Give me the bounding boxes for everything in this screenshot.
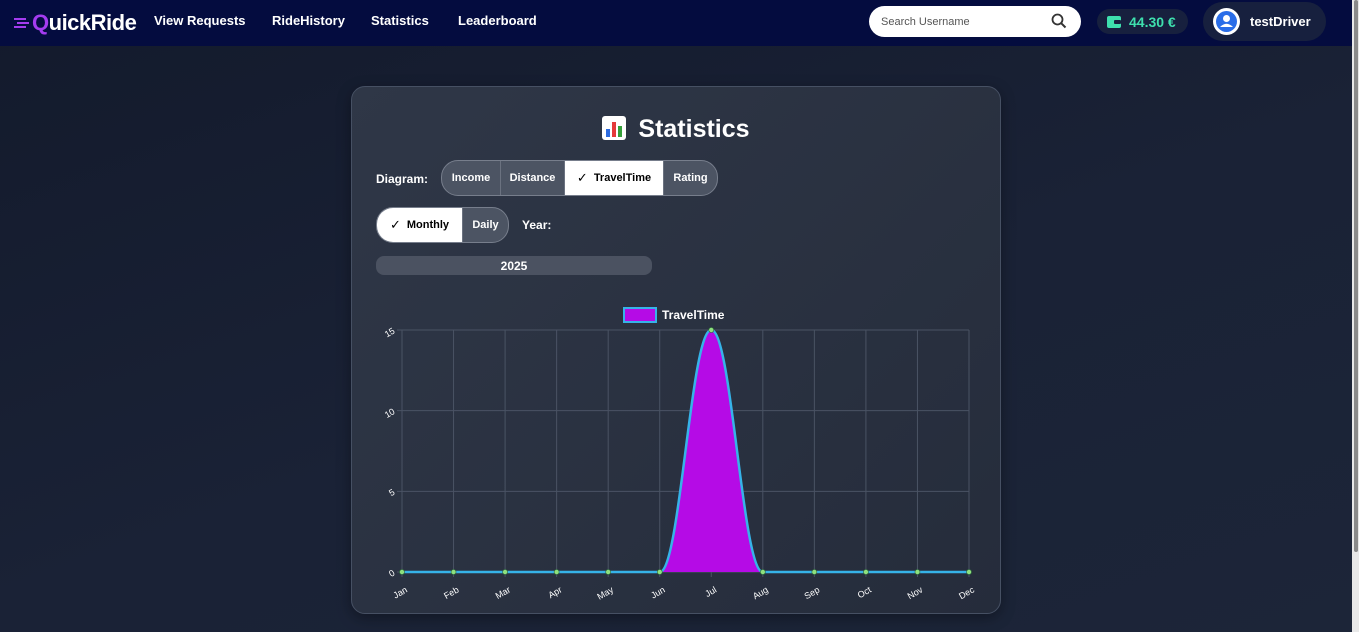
avatar [1213, 8, 1240, 35]
data-point[interactable] [914, 569, 921, 575]
chart-legend: TravelTime [623, 307, 725, 323]
wallet-icon [1107, 15, 1121, 28]
data-point[interactable] [760, 569, 766, 575]
username: testDriver [1250, 14, 1311, 29]
x-tick-label: Jan [391, 585, 409, 601]
legend-swatch[interactable] [623, 307, 657, 323]
y-tick-label: 10 [383, 406, 397, 420]
data-point[interactable] [502, 569, 508, 575]
x-axis-labels: Jan Feb Mar Apr May Jun Jul Aug Sep Oct Nov Dec [391, 584, 976, 601]
x-tick-label: Oct [856, 584, 874, 600]
data-point[interactable] [811, 569, 818, 575]
y-axis-labels: 0 5 10 15 [383, 326, 397, 579]
top-navbar: QuickRide View Requests RideHistory Stat… [0, 0, 1352, 46]
quickride-logo[interactable]: QuickRide [14, 7, 137, 39]
traveltime-chart: TravelTime 0 5 10 15 Jan Feb Mar Apr May Jun Jul A… [383, 307, 976, 602]
y-tick-label: 0 [387, 568, 396, 579]
x-tick-label: Feb [442, 585, 460, 601]
x-tick-label: May [595, 584, 615, 601]
data-point[interactable] [553, 569, 560, 575]
y-tick-label: 15 [383, 326, 397, 340]
x-tick-label: Dec [957, 584, 976, 601]
data-point[interactable] [656, 569, 663, 575]
nav-leaderboard[interactable]: Leaderboard [458, 13, 537, 28]
data-point[interactable] [863, 569, 869, 575]
x-tick-label: Apr [546, 585, 563, 601]
user-menu[interactable]: testDriver [1203, 2, 1326, 41]
search-input[interactable] [879, 14, 1048, 29]
search-icon[interactable] [1051, 13, 1067, 29]
nav-ride-history[interactable]: RideHistory [272, 13, 345, 28]
search-box [869, 6, 1081, 37]
data-point[interactable] [399, 569, 405, 575]
y-tick-label: 5 [387, 487, 396, 498]
wallet-balance[interactable]: 44.30 € [1097, 9, 1188, 34]
x-tick-label: Mar [494, 585, 512, 601]
data-point[interactable] [605, 569, 611, 575]
data-point[interactable] [966, 569, 972, 575]
legend-label[interactable]: TravelTime [662, 308, 725, 322]
x-tick-label: Jul [703, 585, 718, 599]
logo-text: QuickRide [32, 10, 137, 35]
wallet-amount: 44.30 € [1129, 13, 1176, 30]
data-point[interactable] [708, 327, 715, 333]
data-point[interactable] [450, 569, 457, 575]
x-tick-label: Nov [906, 584, 925, 601]
statistics-card: Statistics Diagram: Income Distance ✓ Tra… [351, 86, 1001, 614]
x-tick-label: Sep [802, 585, 821, 602]
nav-view-requests[interactable]: View Requests [154, 13, 246, 28]
nav-statistics[interactable]: Statistics [371, 13, 429, 28]
scrollbar-thumb[interactable] [1354, 0, 1358, 552]
speed-lines-icon [14, 18, 29, 28]
user-icon [1216, 11, 1237, 32]
x-tick-label: Jun [649, 585, 667, 601]
x-tick-label: Aug [751, 585, 770, 602]
